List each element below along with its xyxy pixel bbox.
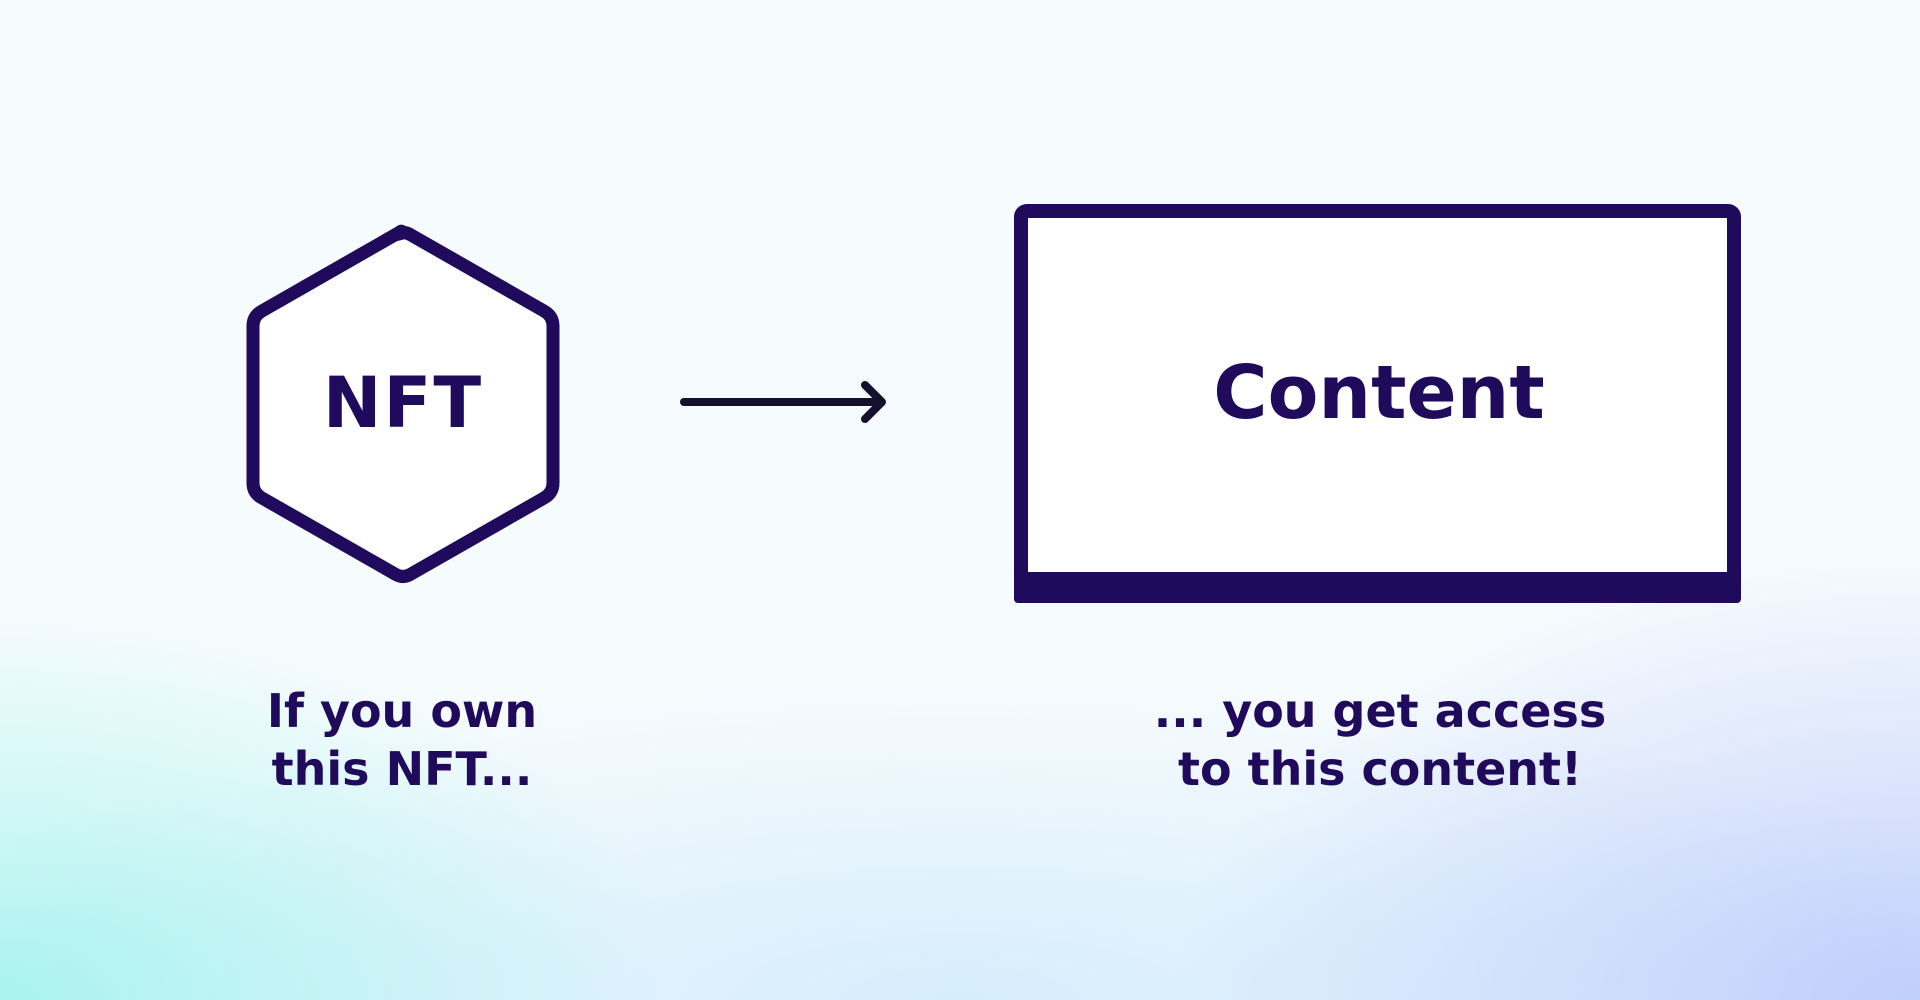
content-node: Content (1014, 204, 1741, 603)
caption-right: ... you get access to this content! (1080, 682, 1680, 798)
arrow-connector (680, 381, 886, 423)
nft-label: NFT (323, 362, 483, 444)
content-base-bar (1014, 572, 1741, 603)
caption-left-line-1: If you own (266, 684, 538, 738)
content-label: Content (1213, 350, 1544, 436)
diagram-canvas: NFT Content (246, 204, 1741, 603)
caption-right-line-2: to this content! (1177, 742, 1583, 796)
nft-node: NFT (246, 224, 560, 583)
caption-left: If you own this NFT... (200, 682, 604, 798)
caption-right-line-1: ... you get access (1153, 684, 1607, 738)
caption-left-line-2: this NFT... (271, 742, 533, 796)
